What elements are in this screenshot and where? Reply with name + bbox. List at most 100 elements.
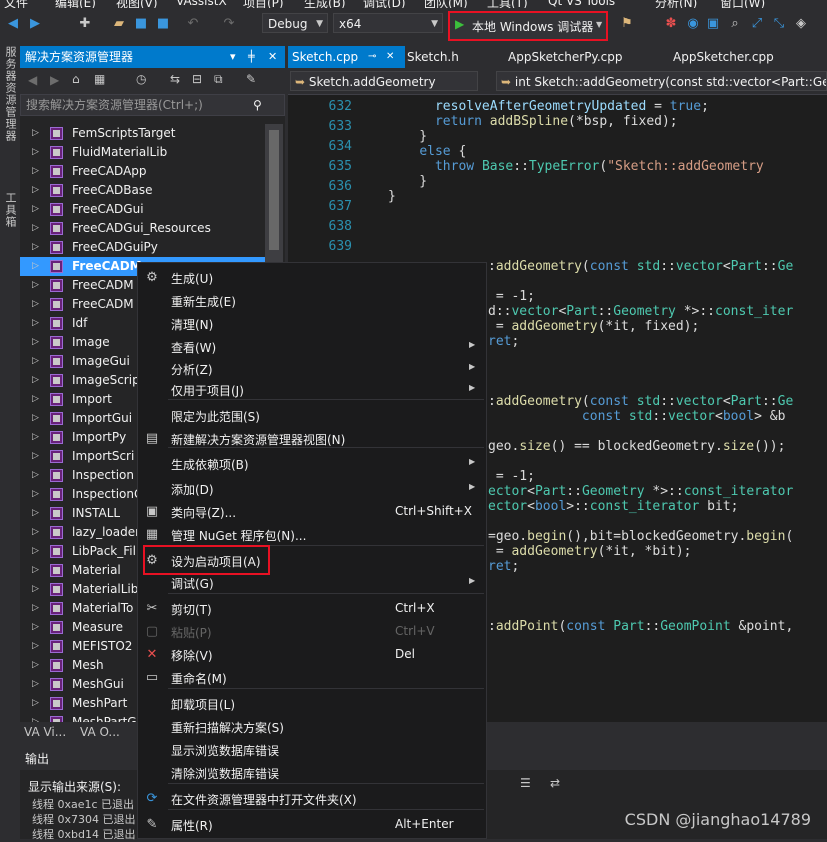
tree-project-item[interactable]: ▷FreeCADGui <box>20 200 265 219</box>
context-menu-item[interactable]: 显示浏览数据库错误 <box>138 739 486 761</box>
expand-icon[interactable]: ⤢ <box>750 17 764 31</box>
context-menu-item[interactable]: 查看(W)▶ <box>138 336 486 358</box>
context-menu-item[interactable]: ▣类向导(Z)...Ctrl+Shift+X <box>138 501 486 523</box>
context-menu-item[interactable]: ✕移除(V)Del <box>138 644 486 666</box>
collapse-icon[interactable]: ⤡ <box>772 17 786 31</box>
menu-file[interactable]: 文件 <box>4 0 28 8</box>
tab-appsketcherpy-cpp[interactable]: AppSketcherPy.cpp <box>504 46 668 68</box>
back-icon[interactable]: ◀ <box>28 73 37 87</box>
forward-icon[interactable]: ▶ <box>28 17 42 31</box>
expand-arrow-icon[interactable]: ▷ <box>32 181 39 200</box>
tab-va-view[interactable]: VA Vi... <box>24 725 66 739</box>
expand-arrow-icon[interactable]: ▷ <box>32 504 39 523</box>
dropdown-icon[interactable]: ▾ <box>230 46 236 68</box>
menu-build[interactable]: 生成(B) <box>304 0 346 8</box>
context-menu-item[interactable]: 分析(Z)▶ <box>138 358 486 380</box>
config-select[interactable]: Debug▼ <box>262 13 328 33</box>
switch-views-icon[interactable]: ▦ <box>94 72 105 86</box>
expand-arrow-icon[interactable]: ▷ <box>32 276 39 295</box>
save-icon[interactable]: ■ <box>134 17 148 31</box>
expand-arrow-icon[interactable]: ▷ <box>32 656 39 675</box>
expand-arrow-icon[interactable]: ▷ <box>32 618 39 637</box>
tool-icon[interactable]: ◈ <box>794 17 808 31</box>
context-menu-item[interactable]: 生成依赖项(B)▶ <box>138 453 486 475</box>
expand-arrow-icon[interactable]: ▷ <box>32 599 39 618</box>
context-menu-item[interactable]: 添加(D)▶ <box>138 478 486 500</box>
menu-analyze[interactable]: 分析(N) <box>655 0 697 8</box>
tab-server-explorer[interactable]: 服务器资源管理器 <box>2 46 18 142</box>
expand-arrow-icon[interactable]: ▷ <box>32 257 39 276</box>
save-all-icon[interactable]: ■ <box>156 17 170 31</box>
context-menu-item[interactable]: ⟳在文件资源管理器中打开文件夹(X) <box>138 788 486 810</box>
expand-arrow-icon[interactable]: ▷ <box>32 200 39 219</box>
close-icon[interactable]: ✕ <box>386 46 394 68</box>
context-menu-item[interactable]: 卸载项目(L) <box>138 693 486 715</box>
solution-search-input[interactable]: 搜索解决方案资源管理器(Ctrl+;) ⚲ <box>20 94 285 116</box>
expand-arrow-icon[interactable]: ▷ <box>32 561 39 580</box>
context-menu-item[interactable]: 限定为此范围(S) <box>138 405 486 427</box>
context-menu-item[interactable]: 调试(G)▶ <box>138 572 486 594</box>
wrench-icon[interactable]: ✎ <box>246 72 256 86</box>
expand-arrow-icon[interactable]: ▷ <box>32 371 39 390</box>
menu-project[interactable]: 项目(P) <box>243 0 284 8</box>
sync-icon[interactable]: ⇆ <box>170 72 180 86</box>
close-icon[interactable]: ✕ <box>268 46 277 68</box>
tab-appsketcher-cpp[interactable]: AppSketcher.cpp <box>669 46 823 68</box>
find-icon[interactable]: ⌕ <box>728 17 742 31</box>
tree-project-item[interactable]: ▷FreeCADGui_Resources <box>20 219 265 238</box>
context-menu-item[interactable]: 清理(N) <box>138 313 486 335</box>
tree-project-item[interactable]: ▷FemScriptsTarget <box>20 124 265 143</box>
back-icon[interactable]: ◀ <box>6 17 20 31</box>
expand-arrow-icon[interactable]: ▷ <box>32 314 39 333</box>
new-item-icon[interactable]: ✚ <box>78 17 92 31</box>
expand-arrow-icon[interactable]: ▷ <box>32 485 39 504</box>
build-icon[interactable]: ✽ <box>664 17 678 31</box>
pin-icon[interactable]: ⊸ <box>368 46 376 68</box>
expand-arrow-icon[interactable]: ▷ <box>32 124 39 143</box>
expand-arrow-icon[interactable]: ▷ <box>32 333 39 352</box>
expand-arrow-icon[interactable]: ▷ <box>32 580 39 599</box>
expand-arrow-icon[interactable]: ▷ <box>32 466 39 485</box>
tab-sketch-h[interactable]: Sketch.h <box>403 46 507 68</box>
search-icon[interactable]: ⚲ <box>253 95 262 115</box>
open-folder-icon[interactable]: ▰ <box>112 17 126 31</box>
menu-vassistx[interactable]: VAssistX <box>176 0 227 8</box>
menu-debug[interactable]: 调试(D) <box>363 0 406 8</box>
redo-icon[interactable]: ↷ <box>222 17 236 31</box>
context-menu-item[interactable]: 清除浏览数据库错误 <box>138 762 486 784</box>
tab-toolbox[interactable]: 工具箱 <box>2 192 18 228</box>
attach-icon[interactable]: ◉ <box>686 17 700 31</box>
expand-arrow-icon[interactable]: ▷ <box>32 409 39 428</box>
menu-qt-vs-tools[interactable]: Qt VS Tools <box>548 0 615 8</box>
menu-edit[interactable]: 编辑(E) <box>55 0 96 8</box>
tree-project-item[interactable]: ▷FreeCADBase <box>20 181 265 200</box>
expand-arrow-icon[interactable]: ▷ <box>32 428 39 447</box>
tab-sketch-cpp[interactable]: Sketch.cpp ⊸ ✕ <box>288 46 405 68</box>
tree-project-item[interactable]: ▷FreeCADGuiPy <box>20 238 265 257</box>
member-dropdown[interactable]: ➥ int Sketch::addGeometry(const std::vec… <box>496 71 827 91</box>
context-menu-item[interactable]: ▤新建解决方案资源管理器视图(N) <box>138 428 486 450</box>
menu-view[interactable]: 视图(V) <box>116 0 158 8</box>
expand-arrow-icon[interactable]: ▷ <box>32 238 39 257</box>
local-windows-debugger-button[interactable]: ▶ 本地 Windows 调试器 ▼ <box>448 11 608 41</box>
context-menu-item[interactable]: 重新生成(E) <box>138 290 486 312</box>
context-menu-item[interactable]: ⚙生成(U) <box>138 267 486 289</box>
context-menu-item[interactable]: ✂剪切(T)Ctrl+X <box>138 598 486 620</box>
expand-arrow-icon[interactable]: ▷ <box>32 219 39 238</box>
pin-icon[interactable]: ╪ <box>248 46 255 68</box>
expand-arrow-icon[interactable]: ▷ <box>32 295 39 314</box>
context-menu-item[interactable]: 仅用于项目(J)▶ <box>138 379 486 401</box>
expand-arrow-icon[interactable]: ▷ <box>32 447 39 466</box>
expand-arrow-icon[interactable]: ▷ <box>32 143 39 162</box>
expand-arrow-icon[interactable]: ▷ <box>32 352 39 371</box>
menu-window[interactable]: 窗口(W) <box>720 0 765 8</box>
browse-icon[interactable]: ▣ <box>706 17 720 31</box>
find-in-files-icon[interactable]: ⚑ <box>620 17 634 31</box>
scope-dropdown[interactable]: ➥ Sketch.addGeometry <box>290 71 478 91</box>
expand-arrow-icon[interactable]: ▷ <box>32 637 39 656</box>
tree-project-item[interactable]: ▷FluidMaterialLib <box>20 143 265 162</box>
collapse-all-icon[interactable]: ⊟ <box>192 72 202 86</box>
pending-changes-icon[interactable]: ◷ <box>136 72 146 86</box>
tab-va-outline[interactable]: VA O... <box>80 725 120 739</box>
expand-arrow-icon[interactable]: ▷ <box>32 675 39 694</box>
